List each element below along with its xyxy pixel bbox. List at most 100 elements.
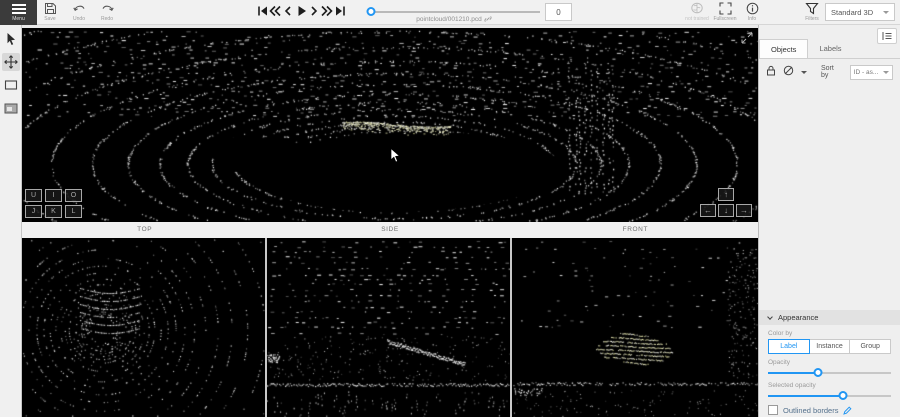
cuboid-icon (4, 79, 18, 91)
step-backward-icon (283, 5, 293, 17)
skip-to-start-icon (257, 5, 268, 17)
hamburger-icon (12, 4, 26, 14)
outlined-borders-row: Outlined borders (768, 405, 891, 415)
side-view-label: SIDE (267, 222, 512, 238)
move-icon (4, 55, 18, 69)
selected-opacity-slider-thumb[interactable] (839, 391, 848, 400)
object-list[interactable] (759, 83, 900, 310)
view-mode-select[interactable]: Standard 3D (825, 3, 895, 21)
opacity-slider[interactable] (768, 368, 891, 378)
selected-opacity-slider[interactable] (768, 391, 891, 401)
collapse-chevron-icon (767, 314, 773, 320)
fast-rewind-icon (269, 5, 281, 17)
frame-number-input[interactable] (545, 3, 572, 21)
menu-label: Menu (12, 16, 25, 22)
top-viewport[interactable] (22, 238, 265, 417)
undo-icon (73, 2, 86, 15)
key-k-button[interactable]: K (45, 205, 62, 218)
arrow-up-button[interactable]: ↑ (718, 188, 734, 201)
image-icon (4, 103, 18, 114)
info-icon (746, 2, 759, 15)
play-icon (296, 5, 307, 17)
edit-pencil-icon[interactable] (843, 406, 852, 415)
visibility-off-icon (783, 65, 794, 76)
color-by-instance-button[interactable]: Instance (809, 339, 851, 354)
color-by-label: Color by (768, 330, 891, 337)
chevron-down-icon (883, 11, 889, 14)
app-window: Menu Save Undo Redo (0, 0, 900, 417)
visibility-toggle-button[interactable] (783, 63, 794, 81)
timeline-track (368, 11, 540, 13)
fast-forward-button[interactable] (321, 3, 333, 18)
image-view-button[interactable] (2, 99, 20, 117)
selected-opacity-label: Selected opacity (768, 382, 891, 389)
object-panel: Objects Labels Sort by ID - as... (758, 25, 900, 417)
color-by-label-button[interactable]: Label (768, 339, 810, 354)
key-o-button[interactable]: O (65, 189, 82, 202)
ortho-viewports (22, 238, 758, 417)
ai-assist-button[interactable]: not trained (684, 2, 710, 22)
step-forward-button[interactable] (308, 3, 320, 18)
arrow-right-button[interactable]: → (736, 204, 752, 217)
panel-tabs: Objects Labels (759, 39, 900, 59)
cursor-icon (4, 32, 18, 46)
camera-arrow-pad: ↑ ← ↓ → (700, 188, 753, 218)
color-by-group-button[interactable]: Group (849, 339, 891, 354)
color-by-segmented: Label Instance Group (768, 339, 891, 354)
skip-to-start-button[interactable] (256, 3, 268, 18)
sort-select[interactable]: ID - as... (850, 65, 893, 80)
fullscreen-icon (719, 2, 732, 15)
ortho-label-strip: TOP SIDE FRONT (22, 222, 758, 238)
skip-to-end-button[interactable] (334, 3, 346, 18)
top-view-canvas[interactable] (22, 238, 265, 417)
front-view-canvas[interactable] (512, 238, 758, 417)
menu-button[interactable]: Menu (0, 0, 37, 25)
tool-rail (0, 25, 22, 417)
tab-labels[interactable]: Labels (808, 39, 852, 58)
camera-key-pad: U I O J K L (25, 189, 82, 218)
arrow-left-button[interactable]: ← (700, 204, 716, 217)
arrow-down-button[interactable]: ↓ (718, 204, 734, 217)
opacity-slider-thumb[interactable] (814, 368, 823, 377)
move-tool-button[interactable] (2, 53, 20, 71)
side-view-canvas[interactable] (267, 238, 510, 417)
filters-button[interactable]: Filters (799, 2, 825, 22)
key-i-button[interactable]: I (45, 189, 62, 202)
filter-icon (805, 2, 819, 15)
main-3d-viewport[interactable]: U I O J K L ↑ ← ↓ → (22, 28, 758, 222)
expand-view-button[interactable] (741, 31, 753, 49)
appearance-header[interactable]: Appearance (759, 310, 900, 325)
opacity-label: Opacity (768, 359, 891, 366)
redo-button[interactable]: Redo (94, 2, 120, 22)
undo-button[interactable]: Undo (66, 2, 92, 22)
sort-by-label: Sort by (821, 65, 843, 79)
fullscreen-button[interactable]: Fullscreen (712, 2, 738, 22)
cuboid-tool-button[interactable] (2, 76, 20, 94)
info-button[interactable]: Info (739, 2, 765, 22)
step-backward-button[interactable] (282, 3, 294, 18)
play-button[interactable] (295, 3, 307, 18)
playback-controls (256, 3, 346, 18)
step-forward-icon (309, 5, 319, 17)
key-l-button[interactable]: L (65, 205, 82, 218)
lock-icon (766, 65, 776, 76)
select-tool-button[interactable] (2, 30, 20, 48)
link-icon (484, 15, 492, 23)
expand-icon (741, 32, 753, 44)
front-view-label: FRONT (513, 222, 758, 238)
fast-rewind-button[interactable] (269, 3, 281, 18)
outlined-borders-checkbox[interactable] (768, 405, 778, 415)
key-u-button[interactable]: U (25, 189, 42, 202)
object-list-toolbar: Sort by ID - as... (759, 61, 900, 83)
tab-objects[interactable]: Objects (759, 39, 808, 58)
save-button[interactable]: Save (37, 2, 63, 22)
front-viewport[interactable] (512, 238, 758, 417)
key-j-button[interactable]: J (25, 205, 42, 218)
lock-all-button[interactable] (766, 63, 776, 81)
pointcloud-filename: pointcloud/001210.pcd (368, 15, 540, 23)
fast-forward-icon (321, 5, 333, 17)
more-actions-caret[interactable] (801, 71, 807, 74)
side-viewport[interactable] (267, 238, 510, 417)
save-icon (44, 2, 57, 15)
lidar-pointcloud-canvas[interactable] (22, 28, 758, 222)
